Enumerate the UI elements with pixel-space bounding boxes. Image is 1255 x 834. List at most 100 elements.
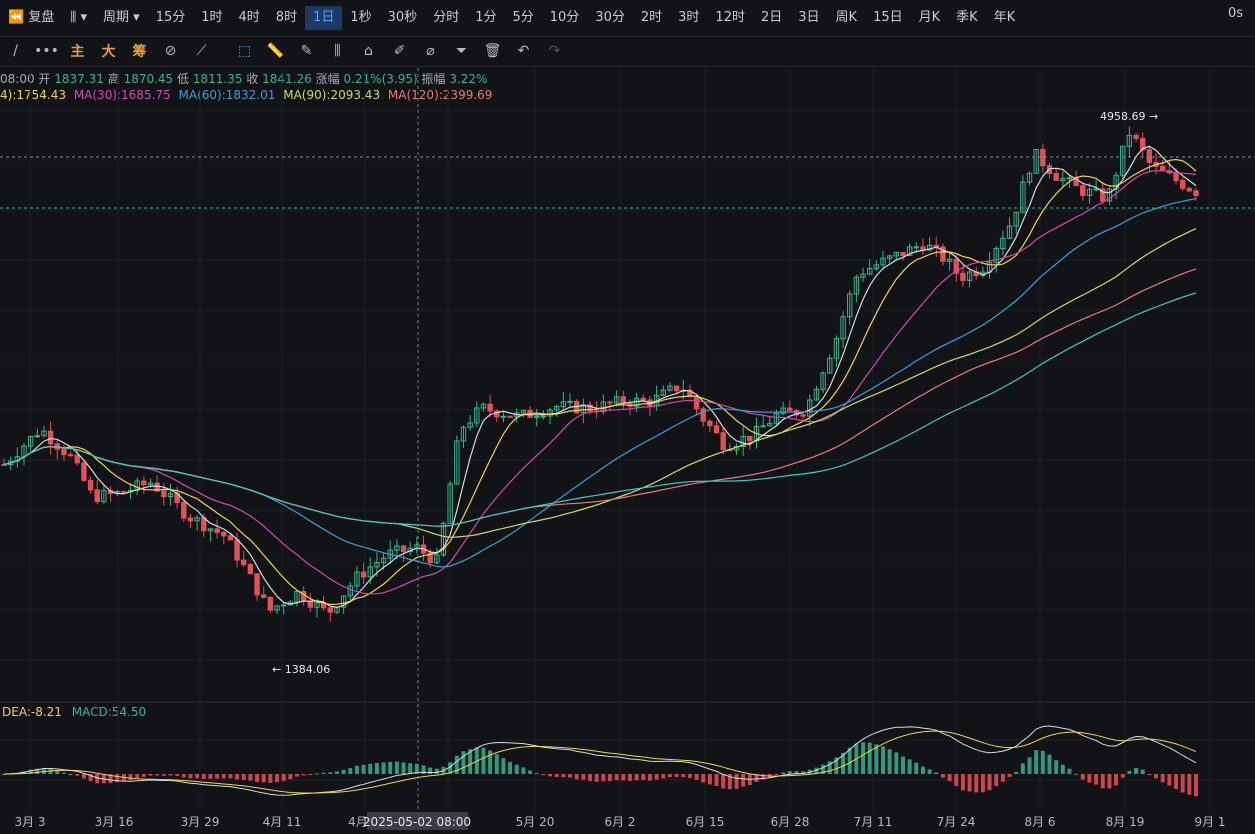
candle-body — [787, 407, 793, 411]
x-tick-10: 7月 24 — [937, 815, 976, 829]
candle-body — [707, 420, 713, 427]
macd-bar — [781, 772, 786, 774]
candle-body — [1133, 134, 1139, 139]
candle-body — [61, 448, 67, 456]
macd-bar — [195, 774, 200, 779]
candle-body — [640, 397, 646, 401]
macd-bar — [348, 768, 353, 774]
macd-bar — [228, 774, 233, 779]
macd-bar — [514, 764, 519, 774]
macd-bar — [1160, 774, 1165, 783]
macd-bar — [354, 765, 359, 774]
macd-bar — [707, 774, 712, 785]
macd-bar — [1000, 774, 1005, 782]
x-tick-5: 5月 20 — [516, 815, 555, 829]
candle-body — [1066, 177, 1073, 180]
macd-bar — [188, 774, 193, 779]
x-tick-11: 8月 6 — [1024, 815, 1055, 829]
x-tick-0: 3月 3 — [14, 815, 45, 829]
macd-bar — [900, 756, 905, 774]
macd-bar — [1087, 774, 1092, 783]
macd-bar — [741, 774, 746, 787]
macd-bar — [275, 774, 280, 783]
macd-bar — [494, 754, 499, 774]
candle-body — [900, 251, 906, 257]
candle-body — [673, 385, 680, 392]
macd-bar — [521, 767, 526, 774]
macd-bar — [594, 774, 599, 782]
macd-bar — [887, 749, 892, 774]
price-chart[interactable]: 4958.69 →← 1384.06 3月 3 3月 16 3月 29 4月 11 4月… — [0, 0, 1255, 834]
candle-body — [47, 430, 54, 445]
macd-bar — [568, 774, 573, 778]
macd-bar — [874, 744, 879, 774]
candle-body — [693, 396, 700, 410]
macd-bar — [215, 774, 220, 779]
candle-body — [1179, 180, 1186, 189]
macd-bar — [914, 762, 919, 774]
macd-bar — [541, 774, 546, 776]
candle-body — [960, 272, 966, 281]
macd-bar — [1147, 774, 1152, 775]
candle-body — [74, 454, 80, 464]
macd-bar — [667, 774, 672, 778]
macd-bar — [980, 774, 985, 793]
candle-body — [534, 416, 540, 419]
macd-bar — [994, 774, 999, 787]
macd-bar — [388, 761, 393, 774]
macd-bar — [1174, 774, 1179, 789]
macd-bar — [661, 774, 666, 779]
macd-bar — [128, 774, 133, 781]
candle-body — [720, 432, 726, 451]
macd-bar — [1047, 754, 1052, 774]
macd-bar — [607, 774, 612, 781]
macd-bar — [261, 774, 266, 783]
candle-body — [141, 480, 147, 486]
x-axis: 3月 3 3月 16 3月 29 4月 11 4月 5月 20 6月 2 6月 15 6月 28… — [14, 812, 1226, 830]
candle-body — [1173, 172, 1179, 182]
moving-average-lines — [3, 145, 1197, 609]
macd-bar — [155, 774, 160, 776]
macd-bar — [175, 774, 180, 776]
candle-body — [161, 490, 167, 497]
macd-bar — [960, 774, 965, 791]
dif-line — [3, 725, 1197, 796]
candle-body — [241, 559, 247, 566]
ma5-line — [3, 145, 1197, 609]
macd-bar — [867, 742, 872, 774]
macd-bar — [967, 774, 972, 792]
macd-bar — [148, 774, 153, 776]
candle-body — [87, 479, 94, 491]
ma90-line — [3, 228, 1197, 538]
candle-body — [247, 564, 254, 575]
macd-bar — [681, 774, 686, 778]
candle-body — [1186, 187, 1193, 192]
macd-bar — [268, 774, 273, 783]
candle-body — [234, 539, 240, 561]
macd-bar — [614, 774, 619, 781]
candle-body — [700, 408, 706, 422]
macd-bar — [920, 766, 925, 774]
macd-bar — [774, 774, 779, 775]
macd-bar — [481, 747, 486, 774]
candle-body — [227, 535, 234, 541]
macd-bar — [621, 774, 626, 781]
candle-body — [280, 604, 287, 607]
candle-body — [1053, 173, 1059, 181]
macd-bar — [1007, 774, 1012, 777]
candle-body — [181, 502, 187, 519]
macd-bar — [1194, 774, 1198, 797]
candle-body — [1080, 185, 1086, 196]
x-tick-9: 7月 11 — [854, 815, 893, 829]
macd-bar — [534, 773, 539, 775]
high-marker: 4958.69 → — [1100, 110, 1158, 123]
macd-bar — [634, 774, 639, 781]
macd-bar — [248, 774, 253, 781]
candle-body — [800, 414, 806, 417]
candle-body — [254, 573, 260, 596]
macd-bar — [394, 761, 399, 774]
macd-bar — [548, 774, 553, 777]
candle-body — [913, 246, 920, 249]
macd-bar — [940, 774, 945, 778]
macd-bar — [295, 774, 300, 777]
